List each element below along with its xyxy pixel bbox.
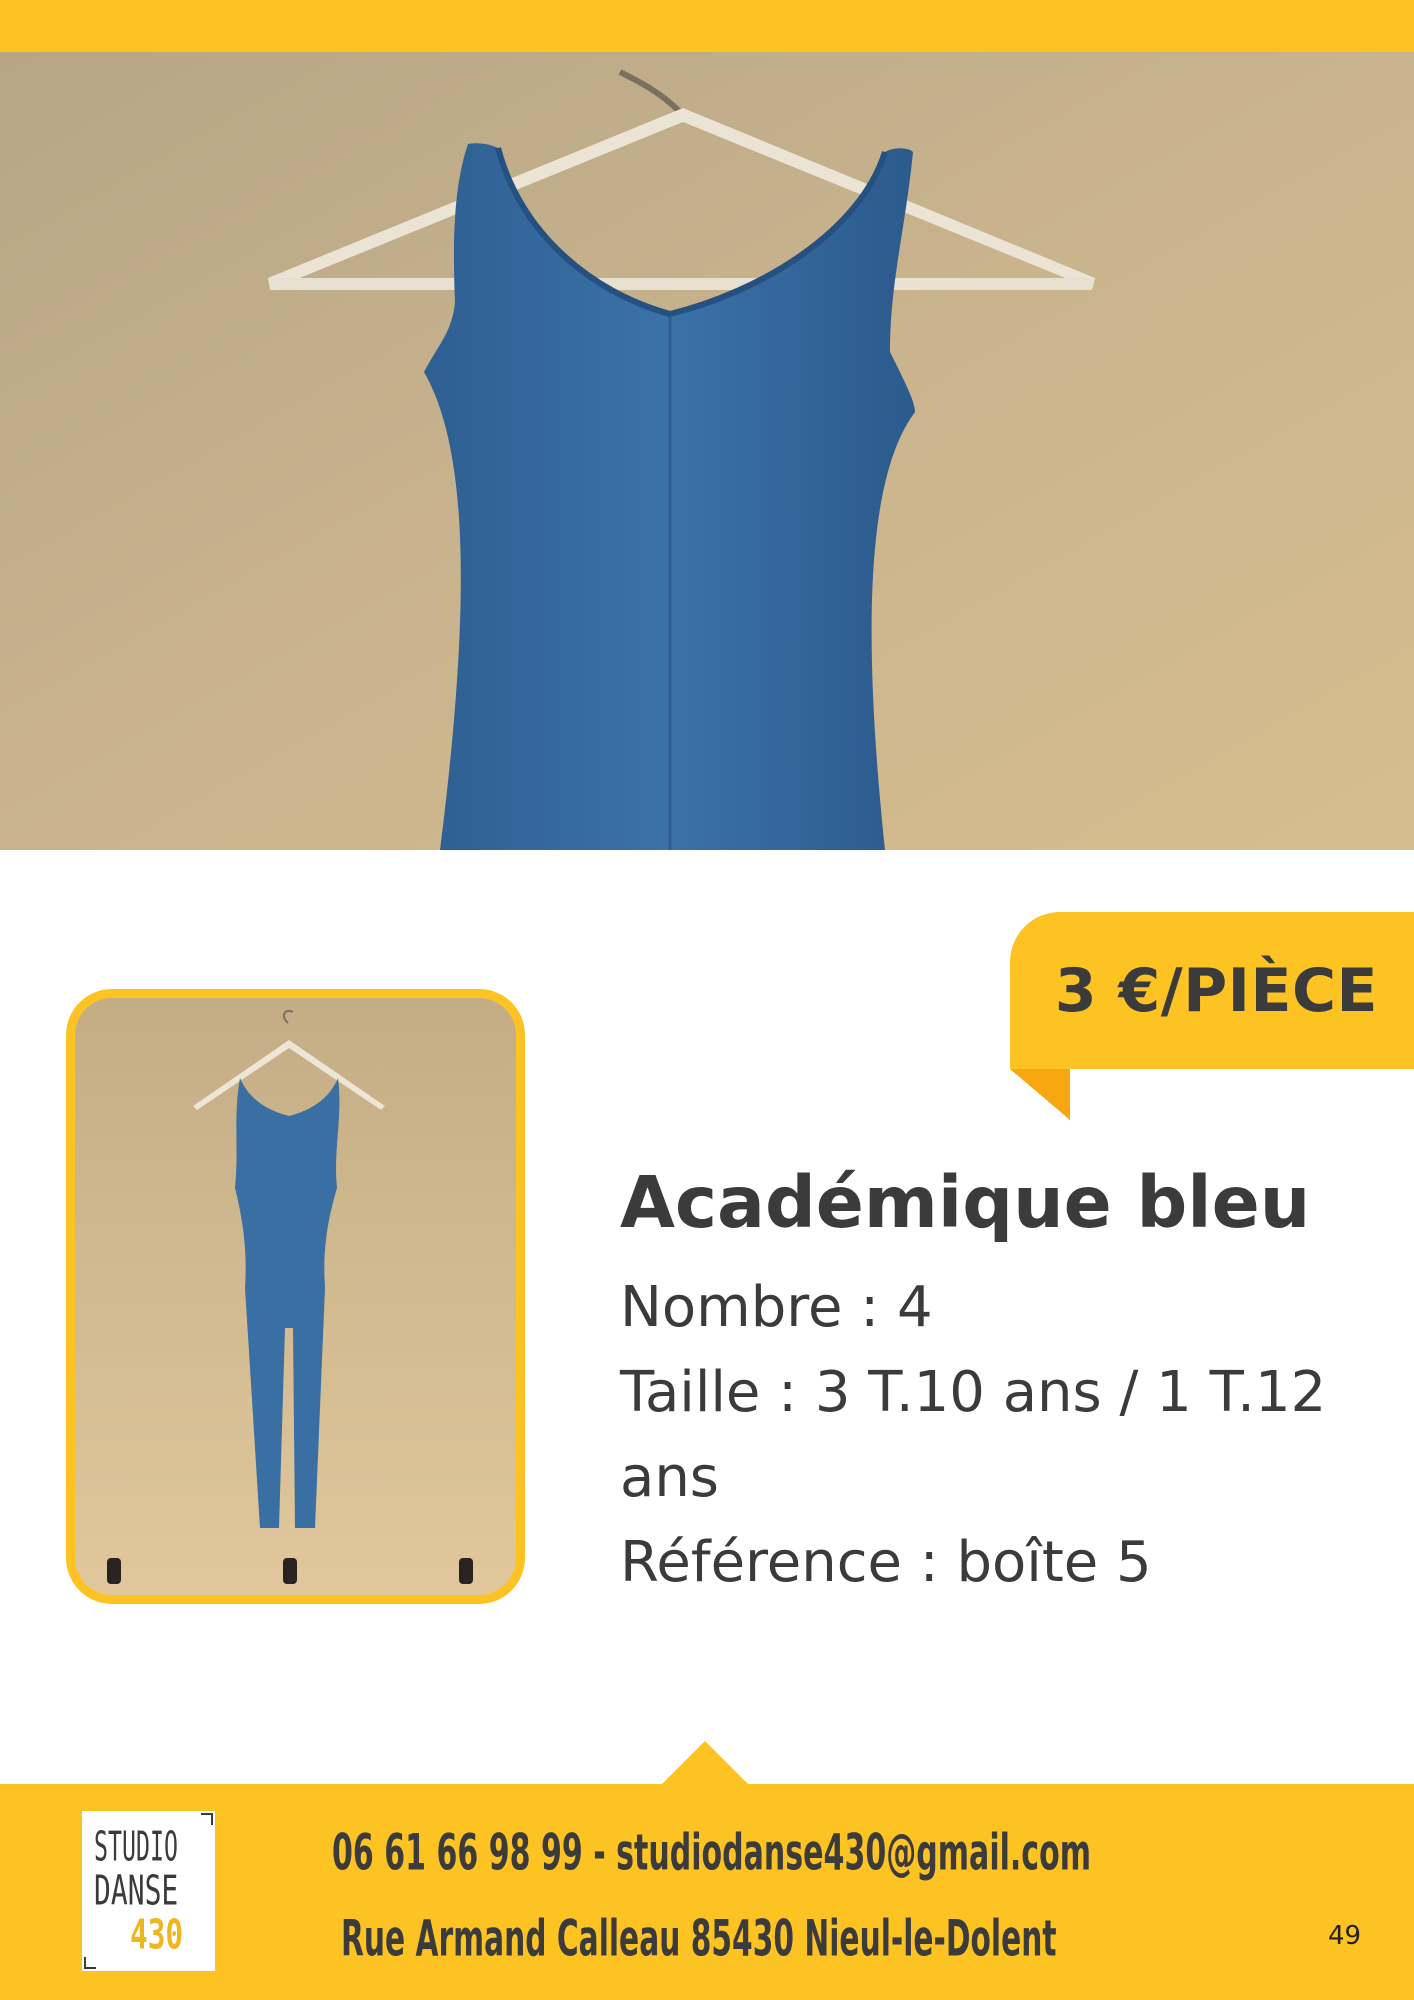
logo-text-studio: STUDIO	[94, 1823, 178, 1871]
product-info: Académique bleu Nombre : 4 Taille : 3 T.…	[620, 1160, 1380, 1605]
footer-notch	[661, 1741, 749, 1785]
studio-logo: STUDIO DANSE 430	[82, 1811, 215, 1971]
size-text-line1: Taille : 3 T.10 ans / 1 T.12	[620, 1360, 1327, 1426]
contact-phone-email: 06 61 66 98 99 - studiodanse430@gmail.co…	[332, 1823, 1092, 1882]
size-text-line2: ans	[620, 1445, 719, 1511]
unitard-thumbnail-image	[66, 989, 525, 1604]
leotard-closeup-image	[0, 52, 1414, 850]
contact-address: Rue Armand Calleau 85430 Nieul-le-Dolent	[341, 1909, 1057, 1968]
price-tag: 3 €/PIÈCE	[1010, 912, 1414, 1069]
quantity-text: Nombre : 4	[620, 1275, 933, 1341]
hero-photo	[0, 52, 1414, 850]
logo-text-430: 430	[130, 1911, 184, 1959]
top-accent-bar	[0, 0, 1414, 52]
price-label: 3 €/PIÈCE	[1054, 955, 1378, 1026]
product-title: Académique bleu	[620, 1161, 1311, 1244]
page-number: 49	[1328, 1921, 1362, 1951]
logo-text-danse: DANSE	[94, 1867, 179, 1915]
reference-text: Référence : boîte 5	[620, 1530, 1152, 1596]
logo-corner-mark	[201, 1813, 213, 1825]
price-tag-fold	[1010, 1069, 1070, 1120]
logo-corner-mark	[84, 1957, 96, 1969]
